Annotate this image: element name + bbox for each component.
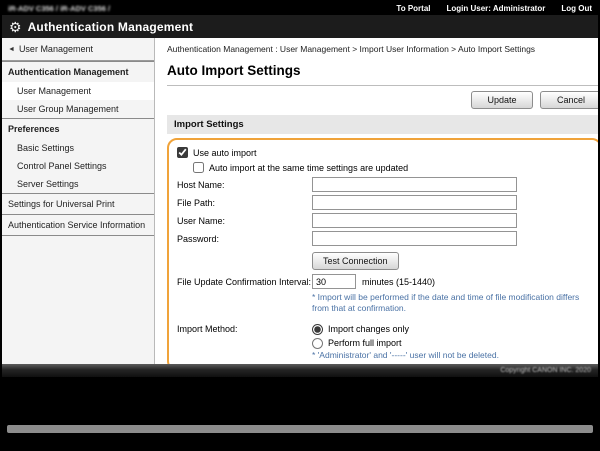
- sidebar-item-authentication-service-information[interactable]: Authentication Service Information: [2, 214, 154, 236]
- test-connection-row: Test Connection: [312, 251, 590, 270]
- login-user-name: Administrator: [493, 4, 545, 13]
- password-label: Password:: [177, 234, 312, 244]
- import-method-label: Import Method:: [177, 324, 312, 334]
- import-changes-only-radio[interactable]: [312, 324, 323, 335]
- test-connection-button[interactable]: Test Connection: [312, 252, 399, 270]
- page-title: Auto Import Settings: [167, 63, 598, 78]
- file-path-label: File Path:: [177, 198, 312, 208]
- import-method-row: Import Method: Import changes only Perfo…: [177, 324, 590, 349]
- sidebar-back-user-management[interactable]: ◄ User Management: [2, 38, 154, 61]
- host-name-label: Host Name:: [177, 180, 312, 190]
- import-method-options: Import changes only Perform full import: [312, 324, 409, 349]
- top-bar-links: To Portal Login User: Administrator Log …: [396, 4, 592, 13]
- bottom-frame: [2, 377, 598, 449]
- interval-suffix: minutes (15-1440): [362, 277, 435, 287]
- action-button-row: Update Cancel: [167, 91, 598, 109]
- import-settings-section-header: Import Settings: [167, 115, 598, 134]
- footer-bar: Copyright CANON INC. 2020: [2, 364, 598, 377]
- password-row: Password:: [177, 231, 590, 246]
- use-auto-import-row: Use auto import: [177, 147, 590, 158]
- sidebar-section-authentication-management[interactable]: Authentication Management: [2, 61, 154, 82]
- use-auto-import-checkbox[interactable]: [177, 147, 188, 158]
- password-input[interactable]: [312, 231, 517, 246]
- perform-full-import-radio[interactable]: [312, 338, 323, 349]
- top-bar: iR-ADV C356 / iR-ADV C356 / To Portal Lo…: [2, 2, 598, 15]
- interval-input[interactable]: [312, 274, 356, 289]
- user-name-row: User Name:: [177, 213, 590, 228]
- import-changes-only-label: Import changes only: [328, 324, 409, 334]
- auto-import-on-update-row: Auto import at the same time settings ar…: [193, 162, 590, 173]
- login-user-status: Login User: Administrator: [447, 4, 546, 13]
- file-path-input[interactable]: [312, 195, 517, 210]
- browser-window: iR-ADV C356 / iR-ADV C356 / To Portal Lo…: [0, 0, 600, 451]
- file-path-row: File Path:: [177, 195, 590, 210]
- horizontal-scrollbar-thumb[interactable]: [7, 425, 593, 433]
- to-portal-link[interactable]: To Portal: [396, 4, 430, 13]
- back-arrow-icon: ◄: [8, 46, 15, 53]
- interval-label: File Update Confirmation Interval:: [177, 277, 312, 287]
- auto-import-on-update-checkbox[interactable]: [193, 162, 204, 173]
- sidebar-item-user-management[interactable]: User Management: [2, 82, 154, 100]
- method-note: * 'Administrator' and '-----' user will …: [312, 350, 590, 361]
- cancel-button[interactable]: Cancel: [540, 91, 598, 109]
- interval-note: * Import will be performed if the date a…: [312, 292, 590, 315]
- sidebar-item-settings-for-universal-print[interactable]: Settings for Universal Print: [2, 193, 154, 214]
- device-info: iR-ADV C356 / iR-ADV C356 /: [8, 4, 110, 13]
- main-content: Authentication Management : User Managem…: [155, 38, 598, 364]
- sidebar: ◄ User Management Authentication Managem…: [2, 38, 155, 364]
- update-button[interactable]: Update: [471, 91, 533, 109]
- sidebar-section-preferences[interactable]: Preferences: [2, 118, 154, 139]
- sidebar-item-basic-settings[interactable]: Basic Settings: [2, 139, 154, 157]
- highlighted-form-area: Use auto import Auto import at the same …: [167, 138, 598, 364]
- breadcrumb: Authentication Management : User Managem…: [167, 44, 598, 54]
- logout-link[interactable]: Log Out: [561, 4, 592, 13]
- app-title: Authentication Management: [28, 20, 194, 34]
- host-name-row: Host Name:: [177, 177, 590, 192]
- use-auto-import-label: Use auto import: [193, 148, 257, 158]
- perform-full-import-label: Perform full import: [328, 338, 402, 348]
- gear-icon: ⚙: [9, 20, 22, 34]
- sidebar-item-server-settings[interactable]: Server Settings: [2, 175, 154, 193]
- sidebar-item-control-panel-settings[interactable]: Control Panel Settings: [2, 157, 154, 175]
- title-divider: [167, 85, 598, 86]
- user-name-label: User Name:: [177, 216, 312, 226]
- login-user-label: Login User:: [447, 4, 491, 13]
- user-name-input[interactable]: [312, 213, 517, 228]
- page-body: ◄ User Management Authentication Managem…: [2, 38, 598, 364]
- import-changes-only-option: Import changes only: [312, 324, 409, 335]
- interval-row: File Update Confirmation Interval: minut…: [177, 274, 590, 289]
- sidebar-item-user-group-management[interactable]: User Group Management: [2, 100, 154, 118]
- app-header: ⚙ Authentication Management: [2, 15, 598, 38]
- copyright-text: Copyright CANON INC. 2020: [500, 367, 591, 374]
- sidebar-back-label: User Management: [19, 44, 93, 54]
- perform-full-import-option: Perform full import: [312, 338, 409, 349]
- host-name-input[interactable]: [312, 177, 517, 192]
- auto-import-on-update-label: Auto import at the same time settings ar…: [209, 163, 408, 173]
